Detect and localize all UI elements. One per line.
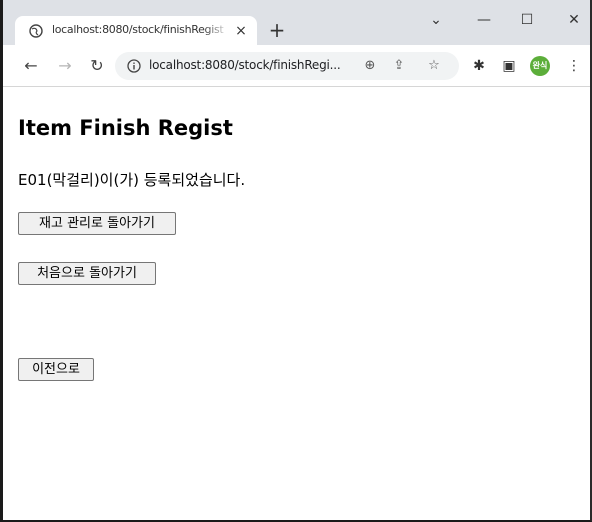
info-icon[interactable] <box>127 59 141 73</box>
tab-title: localhost:8080/stock/finishRegist <box>52 23 224 36</box>
active-tab[interactable]: localhost:8080/stock/finishRegist × <box>15 16 257 45</box>
url-text[interactable]: localhost:8080/stock/finishRegi... <box>149 58 349 74</box>
zoom-icon[interactable]: ⊕ <box>361 57 379 75</box>
registration-message: E01(막걸리)이(가) 등록되었습니다. <box>18 171 246 189</box>
back-to-home-button[interactable]: 처음으로 돌아가기 <box>18 262 156 285</box>
tab-search-icon[interactable]: ⌄ <box>421 9 451 31</box>
page-content: Item Finish Regist E01(막걸리)이(가) 등록되었습니다.… <box>6 88 590 520</box>
previous-page-button[interactable]: 이전으로 <box>18 358 94 381</box>
maximize-icon[interactable]: ☐ <box>512 9 542 31</box>
minimize-icon[interactable]: — <box>469 9 499 31</box>
forward-arrow-icon[interactable]: → <box>54 55 76 77</box>
browser-toolbar: ← → ↻ localhost:8080/stock/finishRegi...… <box>3 45 590 87</box>
menu-dots-icon[interactable]: ⋮ <box>564 56 584 76</box>
new-tab-icon[interactable]: + <box>266 19 288 41</box>
back-to-stock-button[interactable]: 재고 관리로 돌아가기 <box>18 212 176 235</box>
tab-strip: localhost:8080/stock/finishRegist × + ⌄ … <box>3 0 590 45</box>
address-bar[interactable]: localhost:8080/stock/finishRegi... ⊕ ⇪ ☆ <box>115 52 459 80</box>
profile-avatar[interactable]: 완식 <box>530 56 550 76</box>
bookmark-star-icon[interactable]: ☆ <box>425 57 443 75</box>
browser-window: localhost:8080/stock/finishRegist × + ⌄ … <box>0 0 592 522</box>
window-close-icon[interactable]: ✕ <box>559 9 589 31</box>
extensions-puzzle-icon[interactable]: ✱ <box>469 56 489 76</box>
reload-icon[interactable]: ↻ <box>86 55 108 77</box>
share-icon[interactable]: ⇪ <box>390 57 408 75</box>
side-panel-icon[interactable]: ▣ <box>499 56 519 76</box>
page-title: Item Finish Regist <box>18 116 233 140</box>
back-arrow-icon[interactable]: ← <box>20 55 42 77</box>
globe-icon <box>29 24 43 38</box>
tab-close-icon[interactable]: × <box>233 23 249 39</box>
